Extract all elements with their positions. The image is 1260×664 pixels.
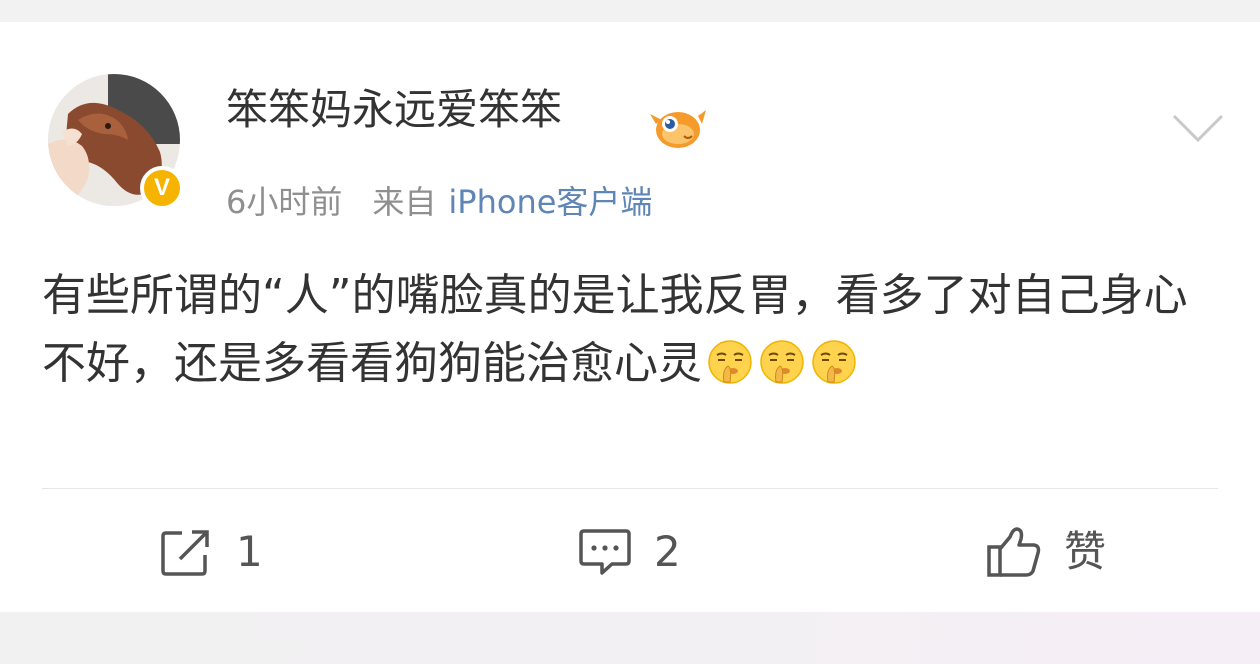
bottom-separator [0,612,1260,664]
source-client-link[interactable]: iPhone客户端 [448,183,652,221]
verified-badge: V [140,166,184,210]
shush-emoji-icon [706,338,754,386]
comment-icon [579,529,631,575]
actions-divider [42,488,1218,489]
comment-count: 2 [654,527,681,576]
repost-icon [161,530,209,576]
chevron-down-icon[interactable] [1170,110,1226,146]
top-separator [0,0,1260,22]
post-time: 6小时前 [226,183,343,221]
like-button[interactable]: 赞 [986,520,1106,584]
post-text: 有些所谓的“人”的嘴脸真的是让我反胃，看多了对自己身心不好，还是多看看狗狗能治愈… [42,270,1188,389]
author-name[interactable]: 笨笨妈永远爱笨笨 [226,82,562,138]
post-content: 有些所谓的“人”的嘴脸真的是让我反胃，看多了对自己身心不好，还是多看看狗狗能治愈… [42,262,1222,398]
repost-count: 1 [236,527,263,576]
shush-emoji-icon [810,338,858,386]
source-label: 来自 [372,183,437,221]
thumbs-up-icon [987,527,1041,577]
fish-icon[interactable] [650,104,706,154]
post-meta: 6小时前 来自 iPhone客户端 [226,180,652,224]
shush-emoji-icon [758,338,806,386]
weibo-post-card: V 笨笨妈永远爱笨笨 6小时前 来自 iPhone客户端 有些所谓的“人”的嘴脸真的… [0,22,1260,612]
like-label: 赞 [1064,527,1107,576]
repost-button[interactable]: 1 [160,520,263,584]
comment-button[interactable]: 2 [578,520,681,584]
